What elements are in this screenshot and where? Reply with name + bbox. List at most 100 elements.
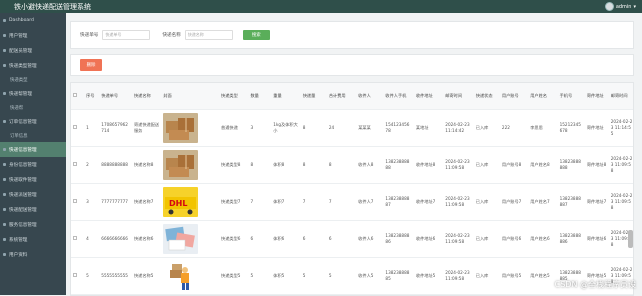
sidebar-item-label: 快递取件管理 — [9, 177, 37, 183]
cell-name: 快递名称5 — [131, 257, 162, 295]
cell-status: 已入库 — [473, 183, 500, 221]
cell-uname: 用户姓名7 — [528, 183, 558, 221]
column-header: 快递状态 — [473, 83, 500, 110]
select-all-checkbox[interactable] — [73, 92, 77, 97]
column-header: 重量 — [271, 83, 301, 110]
sidebar-item-label: 用户管理 — [9, 33, 28, 39]
menu-icon — [3, 92, 6, 95]
sidebar-item[interactable]: 服务信息管理 — [0, 217, 66, 232]
row-checkbox[interactable] — [73, 124, 77, 129]
svg-text:DHL: DHL — [169, 199, 187, 208]
sidebar-item[interactable]: 订单信息管理 — [0, 114, 66, 129]
table-row[interactable]: 2 8888888888 快递名称8 快递类型8 8 体积8 8 8 收件人8 138238888… — [71, 146, 633, 184]
sidebar-item[interactable]: 快递帮管理 — [0, 86, 66, 101]
sidebar-item[interactable]: 快递类型 — [0, 73, 66, 86]
scrollbar[interactable] — [628, 230, 633, 248]
cell-time: 2024-02-23 11:14:42 — [443, 109, 474, 147]
cell-raddr: 收件地址8 — [413, 146, 444, 184]
cell-num: 2 — [84, 146, 100, 184]
cell-name: 快递名称7 — [131, 183, 162, 221]
sidebar-item[interactable]: Dashboard — [0, 13, 66, 28]
cell-amount: 5 — [300, 257, 327, 295]
sidebar-item[interactable]: 快递帮 — [0, 101, 66, 114]
cell-tracking: 5555555555 — [99, 257, 132, 295]
sidebar-item-label: 用户资料 — [9, 252, 28, 258]
cell-weight: 体积6 — [271, 220, 301, 258]
column-header: 数量 — [248, 83, 272, 110]
cell-phone: 13823888888 — [557, 146, 585, 184]
cell-amount: 8 — [300, 109, 327, 147]
column-header: 合计费用 — [326, 83, 357, 110]
column-header: 用户账号 — [499, 83, 529, 110]
table-row[interactable]: 4 6666666666 快递名称6 快递类型6 6 体积6 6 6 收件人6 138238888… — [71, 220, 633, 258]
sidebar-item[interactable]: 订单信息 — [0, 129, 66, 142]
user-menu[interactable]: admin ▾ — [604, 2, 636, 11]
cell-phone: 13823888886 — [557, 220, 585, 258]
search-button[interactable]: 搜索 — [242, 30, 270, 40]
cell-raddr: 收件地址5 — [413, 257, 444, 295]
column-header: 收件地址 — [413, 83, 444, 110]
sidebar-item[interactable]: 用户资料 — [0, 247, 66, 262]
cell-recipient: 收件人6 — [356, 220, 384, 258]
column-header: 邮寄时间 — [608, 83, 633, 110]
table-row[interactable]: 1 1708657962714 寄递快递配送服务 普通快递 3 1kg及体积大小 8 24 某某… — [71, 109, 633, 147]
sidebar-item[interactable]: 身份信息管理 — [0, 157, 66, 172]
column-header: 收件人手机 — [383, 83, 414, 110]
cell-recipient: 收件人8 — [356, 146, 384, 184]
sidebar-item-label: 快递类型管理 — [9, 63, 37, 69]
cell-tracking: 1708657962714 — [99, 109, 132, 147]
cell-status: 已入库 — [473, 220, 500, 258]
cell-raddr: 收件地址6 — [413, 220, 444, 258]
username[interactable]: admin — [616, 4, 632, 10]
cell-num: 5 — [84, 257, 100, 295]
column-header: 快递名称 — [131, 83, 162, 110]
sidebar-item-label: 服务信息管理 — [9, 222, 37, 228]
cover-image: DHL — [161, 183, 220, 221]
menu-icon — [3, 253, 6, 256]
sidebar-item-label: 快递帮 — [10, 105, 24, 111]
cell-recipient: 收件人7 — [356, 183, 384, 221]
cell-amount: 6 — [300, 220, 327, 258]
row-checkbox[interactable] — [73, 161, 77, 166]
sidebar: Dashboard 用户管理配送员管理快递类型管理快递类型 快递帮管理快递帮订单信息… — [0, 13, 66, 295]
cell-type: 普通快递 — [219, 109, 249, 147]
sidebar-item[interactable]: 用户管理 — [0, 28, 66, 43]
sidebar-item[interactable]: 快递类型管理 — [0, 58, 66, 73]
name-input[interactable]: 快递名称 — [184, 30, 233, 40]
row-checkbox[interactable] — [73, 198, 77, 203]
cell-rphone: 13823888886 — [383, 220, 414, 258]
column-header: 封面 — [161, 83, 220, 110]
sidebar-item[interactable]: 快递取件管理 — [0, 172, 66, 187]
delete-button[interactable]: 删除 — [80, 59, 102, 71]
column-header: 邮寄时间 — [443, 83, 474, 110]
row-checkbox[interactable] — [73, 235, 77, 240]
cell-stime: 2024-02-23 11:09:58 — [608, 183, 633, 221]
table-row[interactable]: 3 7777777777 快递名称7 DHL 快递类型7 7 体积7 7 7 收件人7 138238… — [71, 183, 633, 221]
cell-status: 已入库 — [473, 109, 500, 147]
sidebar-item[interactable]: 快递派送管理 — [0, 187, 66, 202]
cell-rphone: 13823888885 — [383, 257, 414, 295]
sidebar-item[interactable]: 配送员管理 — [0, 43, 66, 58]
sidebar-item-label: 快递信息管理 — [9, 147, 37, 153]
tracking-input[interactable]: 快递单号 — [102, 30, 151, 40]
menu-icon — [3, 34, 6, 37]
cell-fee: 24 — [326, 109, 357, 147]
cell-raddr: 某地址 — [413, 109, 444, 147]
cell-amount: 8 — [300, 146, 327, 184]
row-checkbox[interactable] — [73, 272, 77, 277]
cell-account: 用户账号7 — [499, 183, 529, 221]
sidebar-item[interactable]: 快递信息管理 — [0, 142, 66, 157]
cell-account: 222 — [499, 109, 529, 147]
avatar[interactable] — [604, 2, 614, 11]
cell-saddr: 寄件地址6 — [584, 220, 609, 258]
sidebar-item[interactable]: 快递配送管理 — [0, 202, 66, 217]
cell-weight: 体积8 — [271, 146, 301, 184]
cell-account: 用户账号5 — [499, 257, 529, 295]
cell-tracking: 8888888888 — [99, 146, 132, 184]
cell-qty: 8 — [248, 146, 272, 184]
top-bar: 铁小避快递配送管理系统 admin ▾ — [0, 0, 642, 13]
sidebar-item-label: 系统管理 — [9, 237, 28, 243]
sidebar-item[interactable]: 系统管理 — [0, 232, 66, 247]
table-row[interactable]: 5 5555555555 快递名称5 快递类型5 5 体积5 5 5 收件人5 138238888… — [71, 257, 633, 295]
chevron-down-icon[interactable]: ▾ — [633, 4, 636, 10]
